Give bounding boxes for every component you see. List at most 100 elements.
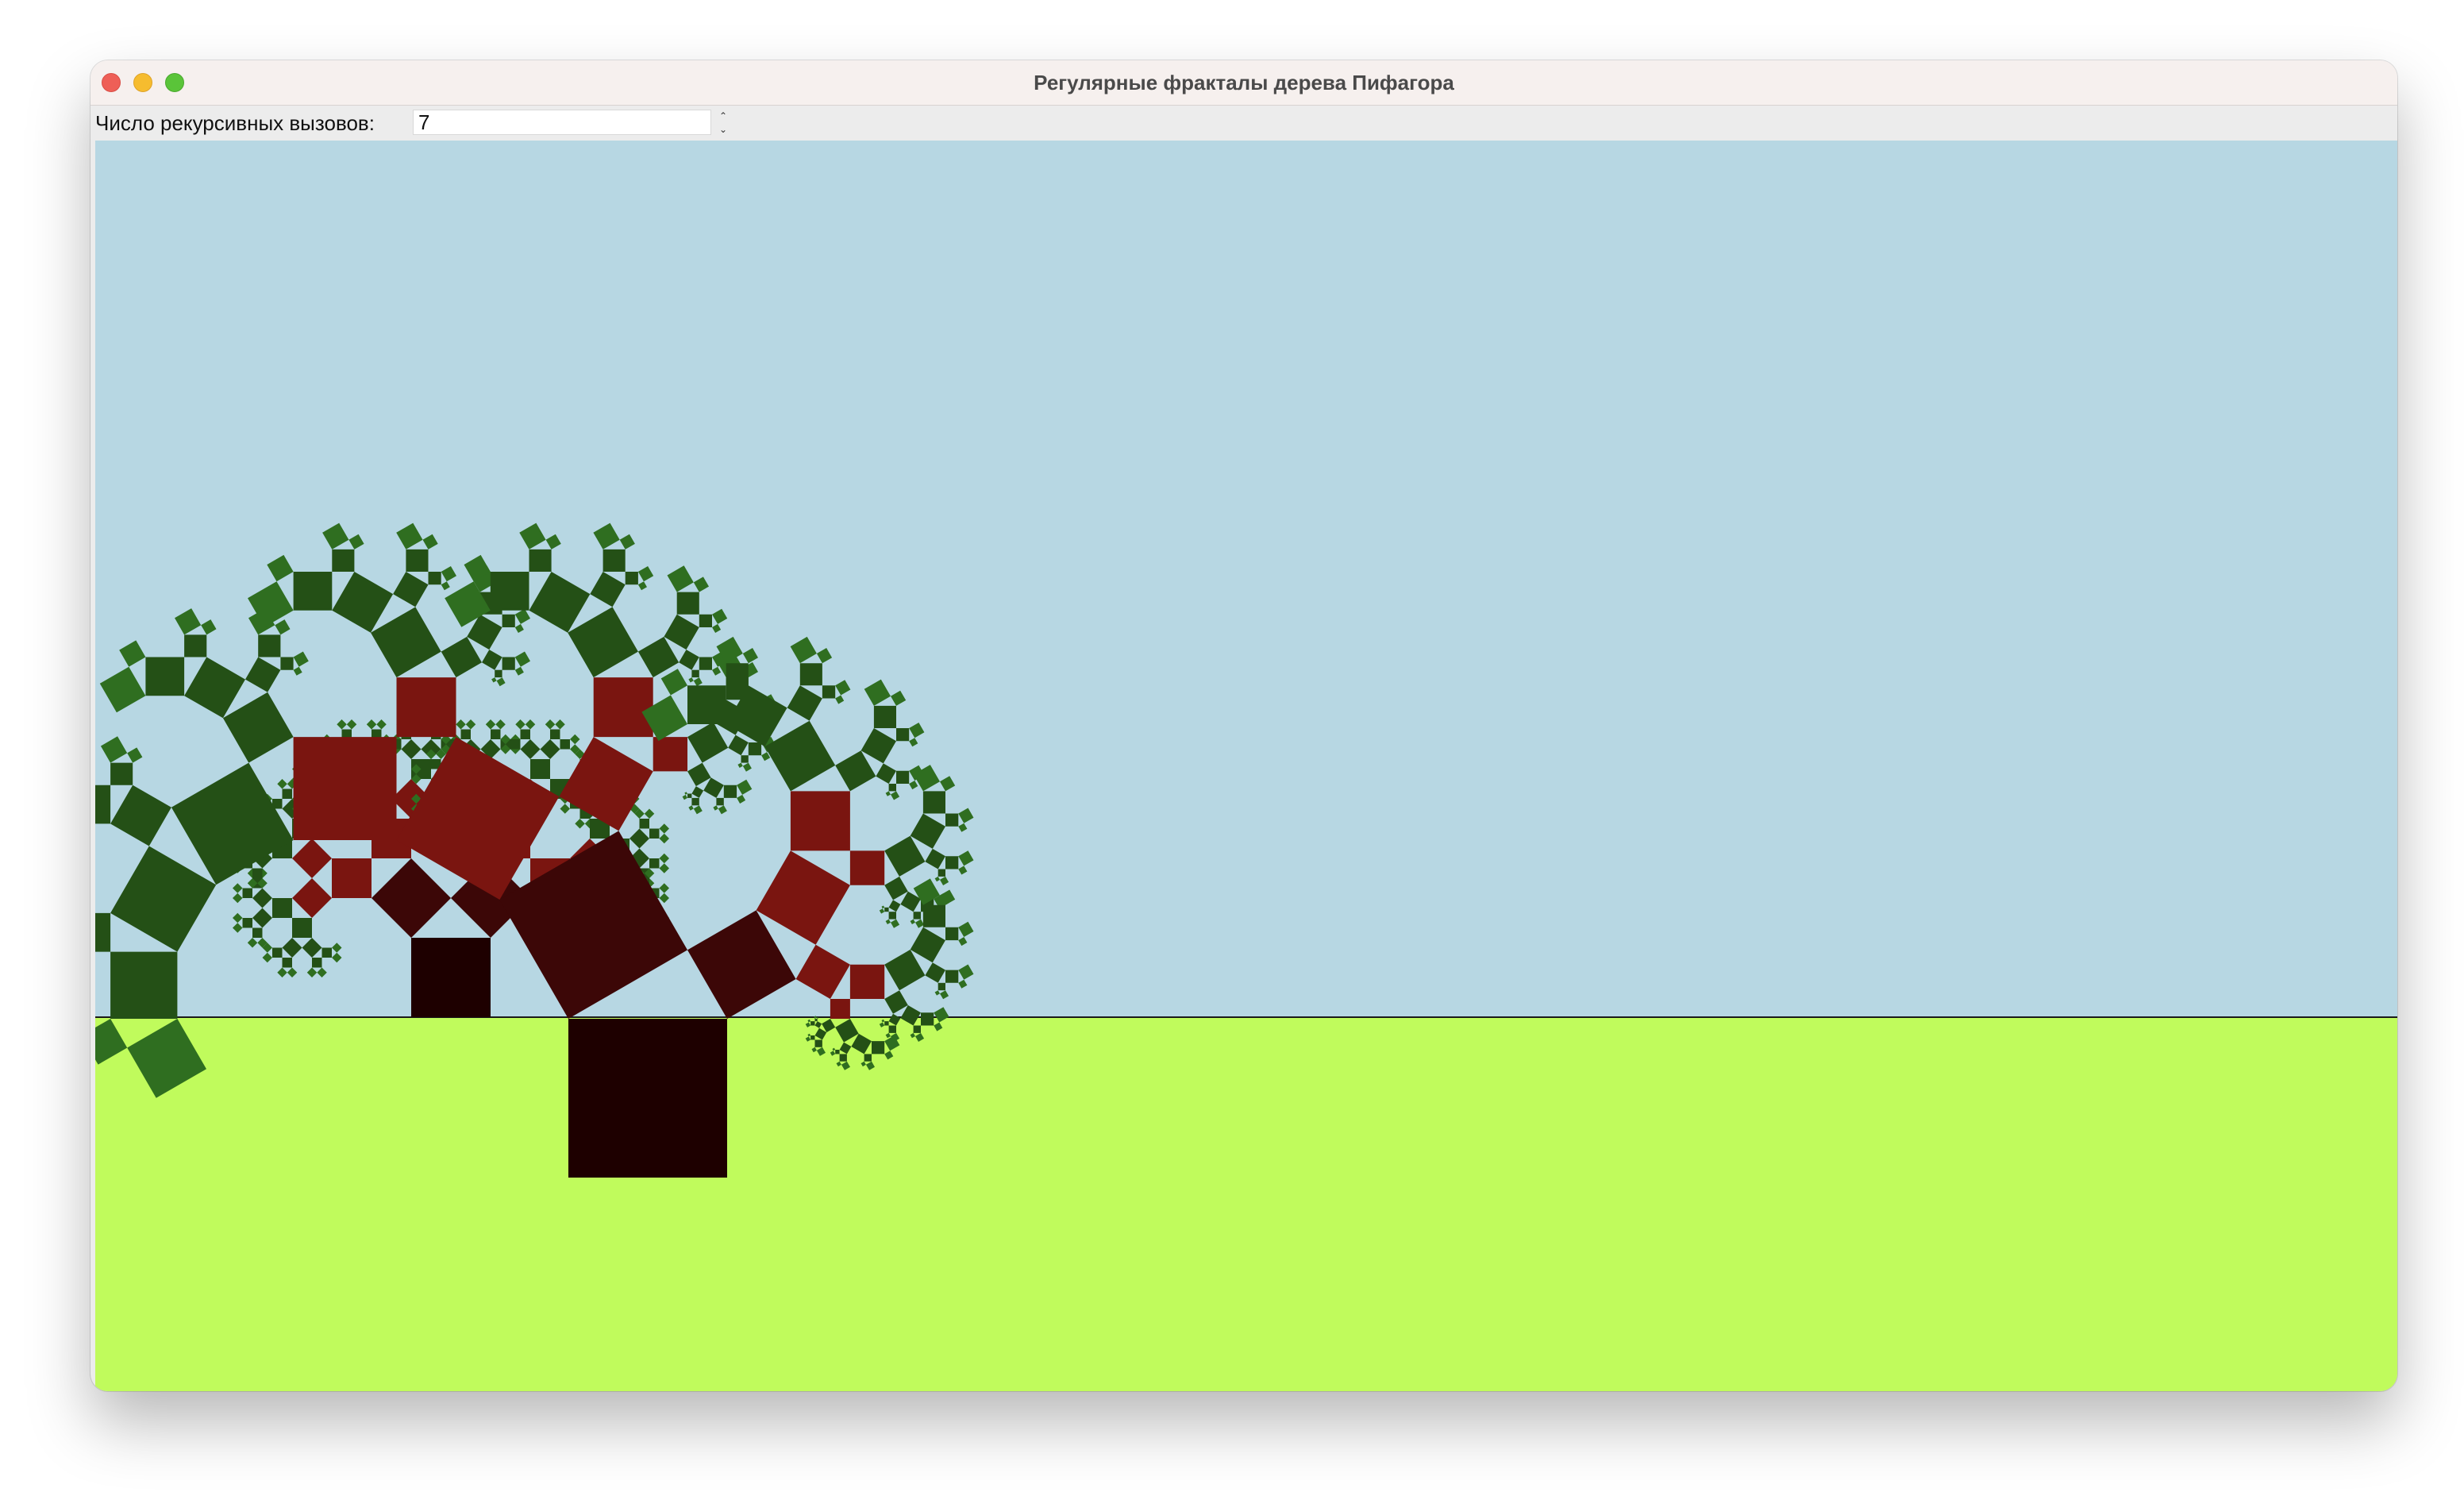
branch-square bbox=[835, 1050, 840, 1055]
branch-square bbox=[748, 742, 762, 756]
branch-square bbox=[428, 572, 441, 585]
branch-square bbox=[530, 759, 550, 779]
branch-square bbox=[593, 677, 653, 738]
branch-square bbox=[922, 904, 945, 927]
branch-square bbox=[839, 1054, 847, 1062]
ground bbox=[95, 1017, 2397, 1391]
branch-square bbox=[145, 657, 185, 696]
branch-square bbox=[913, 912, 921, 920]
branch-square bbox=[945, 970, 959, 983]
recursion-count-input[interactable] bbox=[413, 110, 711, 135]
branch-square bbox=[502, 614, 515, 627]
branch-square bbox=[272, 898, 292, 918]
branch-square bbox=[888, 912, 896, 920]
branch-square bbox=[242, 888, 252, 898]
branch-square bbox=[110, 762, 133, 785]
branch-square bbox=[406, 549, 429, 572]
trunk-square bbox=[411, 938, 491, 1017]
branch-square bbox=[280, 657, 294, 670]
branch-square bbox=[332, 858, 372, 898]
branch-square bbox=[252, 868, 263, 878]
branch-square bbox=[603, 549, 626, 572]
branch-square bbox=[691, 669, 699, 678]
branch-square bbox=[560, 739, 570, 750]
recursion-count-label: Число рекурсивных вызовов: bbox=[95, 111, 375, 135]
branch-square bbox=[550, 729, 560, 739]
branch-square bbox=[649, 858, 660, 869]
branch-square bbox=[945, 927, 959, 941]
branch-square bbox=[653, 737, 687, 772]
branch-square bbox=[741, 755, 749, 763]
branch-square bbox=[888, 1025, 896, 1033]
branch-square bbox=[699, 657, 712, 670]
branch-square bbox=[884, 1021, 889, 1026]
branch-square bbox=[312, 958, 322, 968]
branch-square bbox=[830, 999, 850, 1019]
branch-square bbox=[272, 947, 283, 958]
branch-square bbox=[529, 549, 552, 572]
branch-square bbox=[282, 958, 292, 968]
branch-square bbox=[293, 737, 397, 840]
branch-square bbox=[723, 785, 737, 798]
branch-square bbox=[490, 572, 529, 611]
branch-square bbox=[520, 729, 530, 739]
chevron-down-icon[interactable]: ⌄ bbox=[714, 123, 732, 137]
branch-square bbox=[884, 907, 889, 912]
branch-square bbox=[258, 634, 281, 657]
branch-square bbox=[321, 947, 332, 958]
branch-square bbox=[896, 770, 910, 784]
branch-square bbox=[110, 951, 178, 1019]
branch-square bbox=[945, 856, 959, 869]
branch-square bbox=[799, 663, 822, 686]
branch-square bbox=[921, 1012, 934, 1026]
controls-bar: Число рекурсивных вызовов: ⌃ ⌄ bbox=[90, 106, 2397, 141]
branch-square bbox=[896, 728, 910, 742]
branch-square bbox=[491, 729, 501, 739]
fractal-canvas bbox=[95, 141, 2397, 1391]
branch-square bbox=[676, 592, 699, 615]
branch-square bbox=[242, 918, 252, 928]
title-bar: Регулярные фракталы дерева Пифагора bbox=[90, 60, 2397, 106]
branch-square bbox=[790, 791, 850, 851]
branch-square bbox=[691, 797, 699, 806]
branch-square bbox=[922, 791, 945, 814]
recursion-count-stepper[interactable]: ⌃ ⌄ bbox=[714, 110, 732, 137]
branch-square bbox=[849, 850, 885, 885]
branch-square bbox=[95, 912, 111, 952]
branch-square bbox=[649, 828, 660, 839]
branch-square bbox=[814, 1019, 818, 1022]
branch-square bbox=[873, 705, 896, 728]
branch-square bbox=[849, 964, 885, 999]
chevron-up-icon[interactable]: ⌃ bbox=[714, 110, 732, 123]
branch-square bbox=[293, 572, 333, 611]
branch-square bbox=[252, 927, 263, 938]
branch-square bbox=[913, 1025, 921, 1033]
branch-square bbox=[460, 729, 471, 739]
branch-square bbox=[282, 788, 292, 799]
branch-square bbox=[810, 1035, 815, 1040]
branch-square bbox=[502, 657, 515, 670]
branch-square bbox=[699, 614, 712, 627]
branch-square bbox=[888, 784, 896, 792]
window-title: Регулярные фракталы дерева Пифагора bbox=[1034, 71, 1454, 94]
branch-square bbox=[937, 982, 945, 991]
branch-square bbox=[625, 572, 638, 585]
branch-square bbox=[639, 819, 649, 829]
branch-square bbox=[495, 669, 502, 678]
branch-square bbox=[810, 1021, 815, 1026]
branch-square bbox=[95, 785, 111, 824]
branch-square bbox=[184, 634, 207, 657]
branch-square bbox=[687, 685, 726, 724]
branch-square bbox=[726, 663, 749, 686]
branch-square bbox=[292, 918, 312, 938]
branch-square bbox=[396, 677, 456, 738]
branch-square bbox=[814, 1039, 822, 1047]
branch-square bbox=[421, 769, 431, 779]
branch-square bbox=[872, 1041, 885, 1055]
branch-square bbox=[864, 1054, 872, 1062]
branch-square bbox=[510, 739, 521, 750]
trunk-square bbox=[568, 1019, 727, 1178]
branch-square bbox=[937, 869, 945, 877]
app-window: Регулярные фракталы дерева Пифагора Числ… bbox=[90, 60, 2397, 1391]
branch-square bbox=[822, 685, 836, 699]
